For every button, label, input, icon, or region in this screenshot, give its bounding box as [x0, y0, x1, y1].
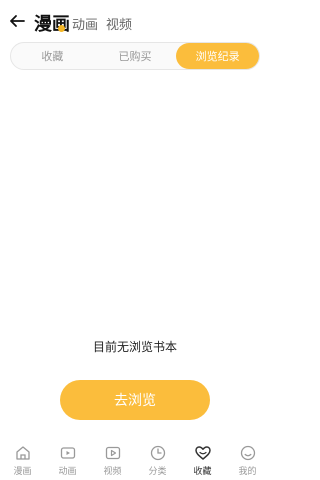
nav-item-favorites[interactable]: 收藏	[180, 440, 225, 480]
tab-comic[interactable]: 漫画	[34, 10, 70, 36]
tv-icon	[58, 443, 78, 463]
nav-label: 漫画	[13, 467, 32, 477]
top-bar: 漫画 动画 视频	[0, 0, 270, 40]
nav-label: 收藏	[193, 467, 212, 477]
go-browse-button[interactable]: 去浏览	[60, 380, 210, 420]
home-icon	[13, 443, 33, 463]
empty-message: 目前无浏览书本	[92, 340, 177, 354]
clock-icon	[148, 443, 168, 463]
back-button[interactable]	[6, 10, 28, 32]
tab-animation[interactable]: 动画	[72, 14, 98, 33]
nav-item-comic[interactable]: 漫画	[0, 440, 45, 480]
segment-history[interactable]: 浏览纪录	[176, 43, 260, 69]
segment-purchased[interactable]: 已购买	[94, 43, 177, 69]
nav-label: 我的	[238, 467, 257, 477]
user-icon	[238, 443, 258, 463]
nav-item-profile[interactable]: 我的	[225, 440, 270, 480]
nav-item-category[interactable]: 分类	[135, 440, 180, 480]
segment-control: 收藏 已购买 浏览纪录	[10, 42, 260, 70]
nav-item-video[interactable]: 视频	[90, 440, 135, 480]
tab-video[interactable]: 视频	[106, 14, 132, 33]
nav-label: 动画	[58, 467, 77, 477]
heart-icon	[193, 443, 213, 463]
play-icon	[103, 443, 123, 463]
arrow-left-icon	[10, 15, 25, 27]
nav-label: 分类	[148, 467, 167, 477]
nav-label: 视频	[103, 467, 122, 477]
segment-favorites[interactable]: 收藏	[11, 43, 94, 69]
bottom-nav: 漫画 动画 视频 分类 收藏 我的	[0, 440, 270, 480]
active-tab-dot	[58, 25, 65, 32]
nav-item-animation[interactable]: 动画	[45, 440, 90, 480]
